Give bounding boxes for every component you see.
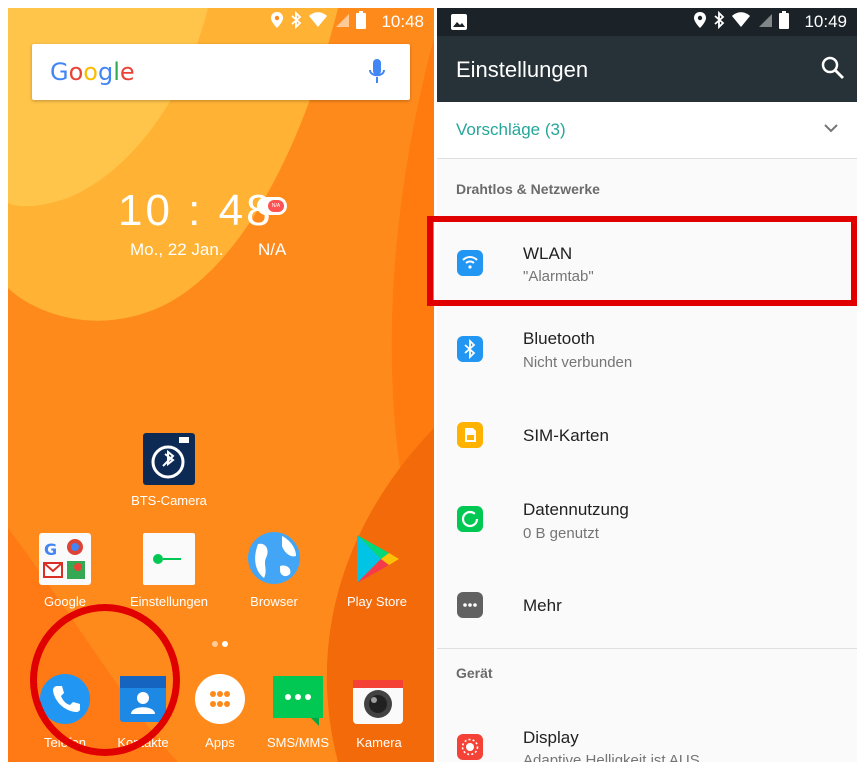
status-bar: 10:49: [437, 8, 857, 36]
status-bar: 10:48: [8, 8, 434, 36]
highlight-rectangle: [427, 216, 857, 306]
status-time: 10:48: [381, 12, 424, 31]
section-header-wireless: Drahtlos & Netzwerke: [456, 181, 600, 197]
display-icon: [457, 734, 483, 760]
settings-app-icon: [143, 533, 195, 585]
status-icons: [693, 11, 789, 29]
bts-camera-label: BTS-Camera: [131, 493, 207, 508]
chevron-down-icon[interactable]: [823, 120, 839, 136]
bluetooth-status-icon: [714, 11, 725, 29]
battery-icon: [779, 11, 789, 29]
settings-screen: 10:49 Einstellungen Vorschläge (3) Draht…: [437, 8, 857, 762]
settings-item-title: SIM-Karten: [523, 426, 609, 445]
alarm-icon: N/A: [257, 197, 287, 215]
settings-item-mehr[interactable]: Mehr: [437, 558, 857, 642]
search-icon[interactable]: [821, 56, 845, 80]
page-title: Einstellungen: [456, 57, 589, 82]
settings-item-subtitle: 0 B genutzt: [523, 525, 599, 542]
apps-drawer[interactable]: [195, 674, 245, 729]
app-drawer-icon: [195, 674, 245, 724]
google-search-bar[interactable]: Google: [32, 44, 410, 100]
camera-icon: [353, 680, 403, 724]
bts-camera-icon: [143, 433, 195, 485]
page-dot: [212, 641, 218, 647]
sim-card-icon: [457, 422, 483, 448]
mic-icon[interactable]: [368, 58, 386, 86]
browser-globe-icon: [248, 532, 300, 584]
play-store-app[interactable]: [351, 533, 403, 590]
bts-camera-app[interactable]: [143, 433, 195, 490]
settings-item-sim-karten[interactable]: SIM-Karten: [437, 390, 857, 474]
settings-item-subtitle: Adaptive Helligkeit ist AUS: [523, 752, 700, 762]
section-header-device: Gerät: [456, 665, 493, 681]
settings-item-datennutzung[interactable]: Datennutzung 0 B genutzt: [437, 474, 857, 558]
play-store-icon: [357, 535, 399, 583]
kamera-app[interactable]: [352, 674, 404, 731]
location-icon: [694, 12, 706, 28]
status-icons: [270, 11, 366, 29]
bluetooth-status-icon: [291, 11, 302, 29]
sms-mms-app[interactable]: [273, 676, 323, 731]
no-sim-icon: [336, 14, 349, 27]
location-icon: [271, 12, 283, 28]
clock-widget[interactable]: 10 : 48: [118, 186, 274, 236]
suggestions-header[interactable]: Vorschläge (3): [437, 102, 857, 159]
date-label: Mo., 22 Jan.: [130, 240, 224, 259]
more-icon: [457, 592, 483, 618]
kamera-label: Kamera: [356, 735, 402, 750]
status-time: 10:49: [804, 12, 847, 31]
settings-item-title: Display: [523, 728, 579, 747]
browser-label: Browser: [250, 594, 298, 609]
google-apps-folder-icon: G: [39, 533, 91, 585]
app-toolbar: Einstellungen: [437, 36, 857, 102]
image-notification-icon: [451, 14, 467, 30]
page-indicator: [210, 634, 230, 652]
settings-item-title: Mehr: [523, 596, 562, 615]
settings-item-title: Bluetooth: [523, 329, 595, 348]
google-logo: Google: [50, 58, 135, 86]
play-store-label: Play Store: [347, 594, 407, 609]
suggestions-label: Vorschläge (3): [456, 120, 566, 139]
settings-item-title: Datennutzung: [523, 500, 629, 519]
bluetooth-icon: [457, 336, 483, 362]
no-sim-icon: [759, 14, 772, 27]
section-divider: [437, 648, 857, 649]
wifi-status-icon: [732, 12, 750, 27]
google-folder[interactable]: G: [39, 533, 91, 590]
messaging-icon: [273, 676, 323, 726]
wifi-status-icon: [309, 12, 327, 27]
highlight-circle: [30, 604, 180, 756]
settings-item-subtitle: Nicht verbunden: [523, 354, 633, 371]
settings-item-display[interactable]: Display Adaptive Helligkeit ist AUS: [437, 708, 857, 762]
page-dot-active: [222, 641, 228, 647]
einstellungen-app[interactable]: [143, 533, 195, 590]
browser-app[interactable]: [246, 530, 302, 591]
data-usage-icon: [457, 506, 483, 532]
svg-text:G: G: [44, 540, 57, 559]
battery-icon: [356, 11, 366, 29]
weather-label: N/A: [258, 240, 287, 259]
einstellungen-label: Einstellungen: [129, 594, 209, 609]
settings-item-bluetooth[interactable]: Bluetooth Nicht verbunden: [437, 306, 857, 390]
